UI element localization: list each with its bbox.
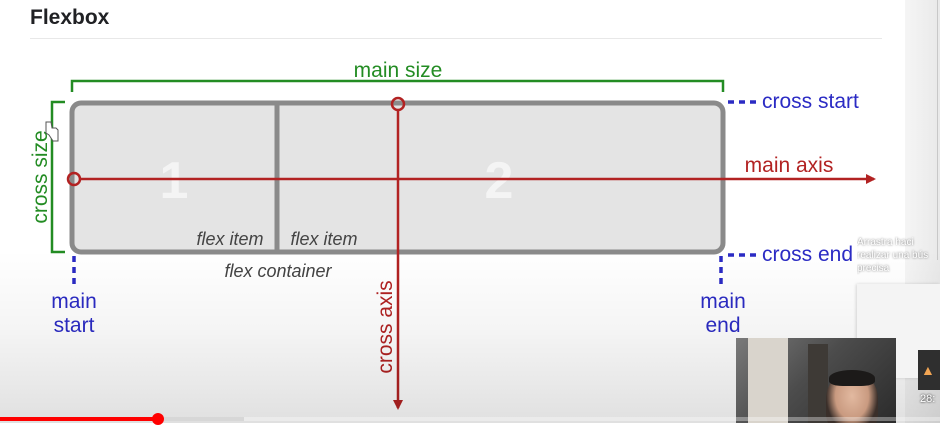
webcam-overlay	[736, 338, 896, 423]
webcam-presenter-hair	[829, 370, 875, 386]
main-size-bracket	[70, 79, 725, 92]
flex-item-2-label: flex item	[290, 229, 357, 249]
seek-tooltip-line1: Arrastra haci	[857, 237, 914, 248]
webcam-background-frame	[808, 344, 828, 423]
flex-item-1-number: 1	[160, 152, 189, 210]
flex-item-1-label: flex item	[196, 229, 263, 249]
cross-size-bracket	[50, 100, 65, 254]
webcam-background-door	[748, 338, 788, 423]
main-axis-label: main axis	[745, 154, 834, 177]
progress-scrubber-handle[interactable]	[151, 413, 164, 425]
cross-size-label: cross size	[29, 130, 52, 223]
seek-tooltip-line2: realizar una bús	[857, 250, 929, 261]
main-size-label: main size	[354, 59, 443, 82]
seek-tooltip-line3: precisa	[857, 263, 890, 274]
video-time: 28:	[920, 393, 936, 405]
main-end-label-line2: end	[705, 314, 740, 337]
flex-item-2-number: 2	[485, 152, 514, 210]
main-start-label-line1: main	[51, 290, 97, 313]
cross-start-label: cross start	[762, 90, 859, 113]
main-end-label-line1: main	[700, 290, 746, 313]
cross-axis-label: cross axis	[374, 280, 397, 373]
seek-tooltip: Arrastra haci realizar una bús precisa	[857, 236, 940, 275]
cat-icon: ▲	[921, 362, 935, 378]
cross-end-label: cross end	[762, 243, 853, 266]
main-start-label-line2: start	[54, 314, 95, 337]
channel-avatar-thumbnail[interactable]: ▲	[918, 350, 940, 390]
progress-bar-played	[0, 417, 158, 421]
flex-container-label: flex container	[224, 261, 332, 281]
